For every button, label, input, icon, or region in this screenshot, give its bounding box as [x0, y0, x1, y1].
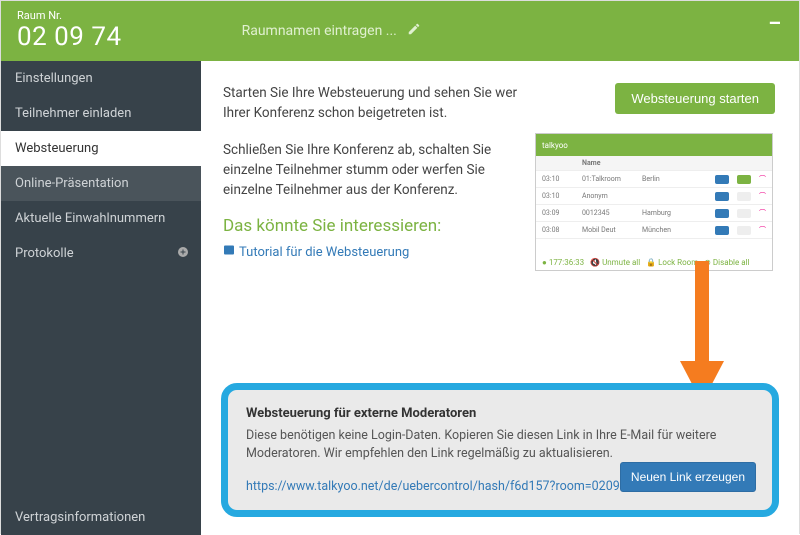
- sidebar: Einstellungen Teilnehmer einladen Webste…: [1, 61, 201, 535]
- header-bar: Raum Nr. 02 09 74 Raumnamen eintragen ..…: [1, 1, 799, 61]
- ext-mod-text: Diese benötigen keine Login-Daten. Kopie…: [246, 427, 746, 465]
- tutorial-link-label: Tutorial für die Websteuerung: [239, 245, 409, 260]
- book-icon: [223, 244, 235, 260]
- screenshot-preview: talkyoo Name 03:1001:TalkroomBerlin⌒ 03:…: [535, 133, 773, 271]
- intro-text: Starten Sie Ihre Websteuerung und sehen …: [223, 83, 523, 200]
- room-block: Raum Nr. 02 09 74: [17, 10, 122, 52]
- room-name-edit[interactable]: Raumnamen eintragen ...: [242, 22, 421, 40]
- minimize-icon[interactable]: –: [768, 11, 781, 35]
- start-webcontrol-button[interactable]: Websteuerung starten: [615, 83, 775, 114]
- sidebar-item-dialin[interactable]: Aktuelle Einwahlnummern: [1, 201, 201, 236]
- edit-icon: [407, 22, 421, 40]
- room-number-label: Raum Nr.: [17, 10, 122, 22]
- ext-mod-title: Websteuerung für externe Moderatoren: [246, 406, 754, 421]
- sidebar-item-contract[interactable]: Vertragsinformationen: [1, 500, 201, 535]
- ext-mod-link[interactable]: https://www.talkyoo.net/de/uebercontrol/…: [246, 479, 634, 494]
- room-number-value: 02 09 74: [17, 22, 122, 52]
- sidebar-item-webcontrol[interactable]: Websteuerung: [1, 131, 201, 166]
- sidebar-item-settings[interactable]: Einstellungen: [1, 61, 201, 96]
- intro-p2: Schließen Sie Ihre Konferenz ab, schalte…: [223, 140, 523, 201]
- new-link-button[interactable]: Neuen Link erzeugen: [620, 462, 756, 492]
- plus-icon: [177, 246, 189, 261]
- external-moderator-box: Websteuerung für externe Moderatoren Die…: [221, 383, 779, 518]
- sidebar-item-logs[interactable]: Protokolle: [1, 236, 201, 271]
- sidebar-item-invite[interactable]: Teilnehmer einladen: [1, 96, 201, 131]
- room-name-placeholder: Raumnamen eintragen ...: [242, 23, 397, 39]
- intro-p1: Starten Sie Ihre Websteuerung und sehen …: [223, 83, 523, 124]
- content-area: Websteuerung starten Starten Sie Ihre We…: [201, 61, 799, 535]
- sidebar-item-presentation[interactable]: Online-Präsentation: [1, 166, 201, 201]
